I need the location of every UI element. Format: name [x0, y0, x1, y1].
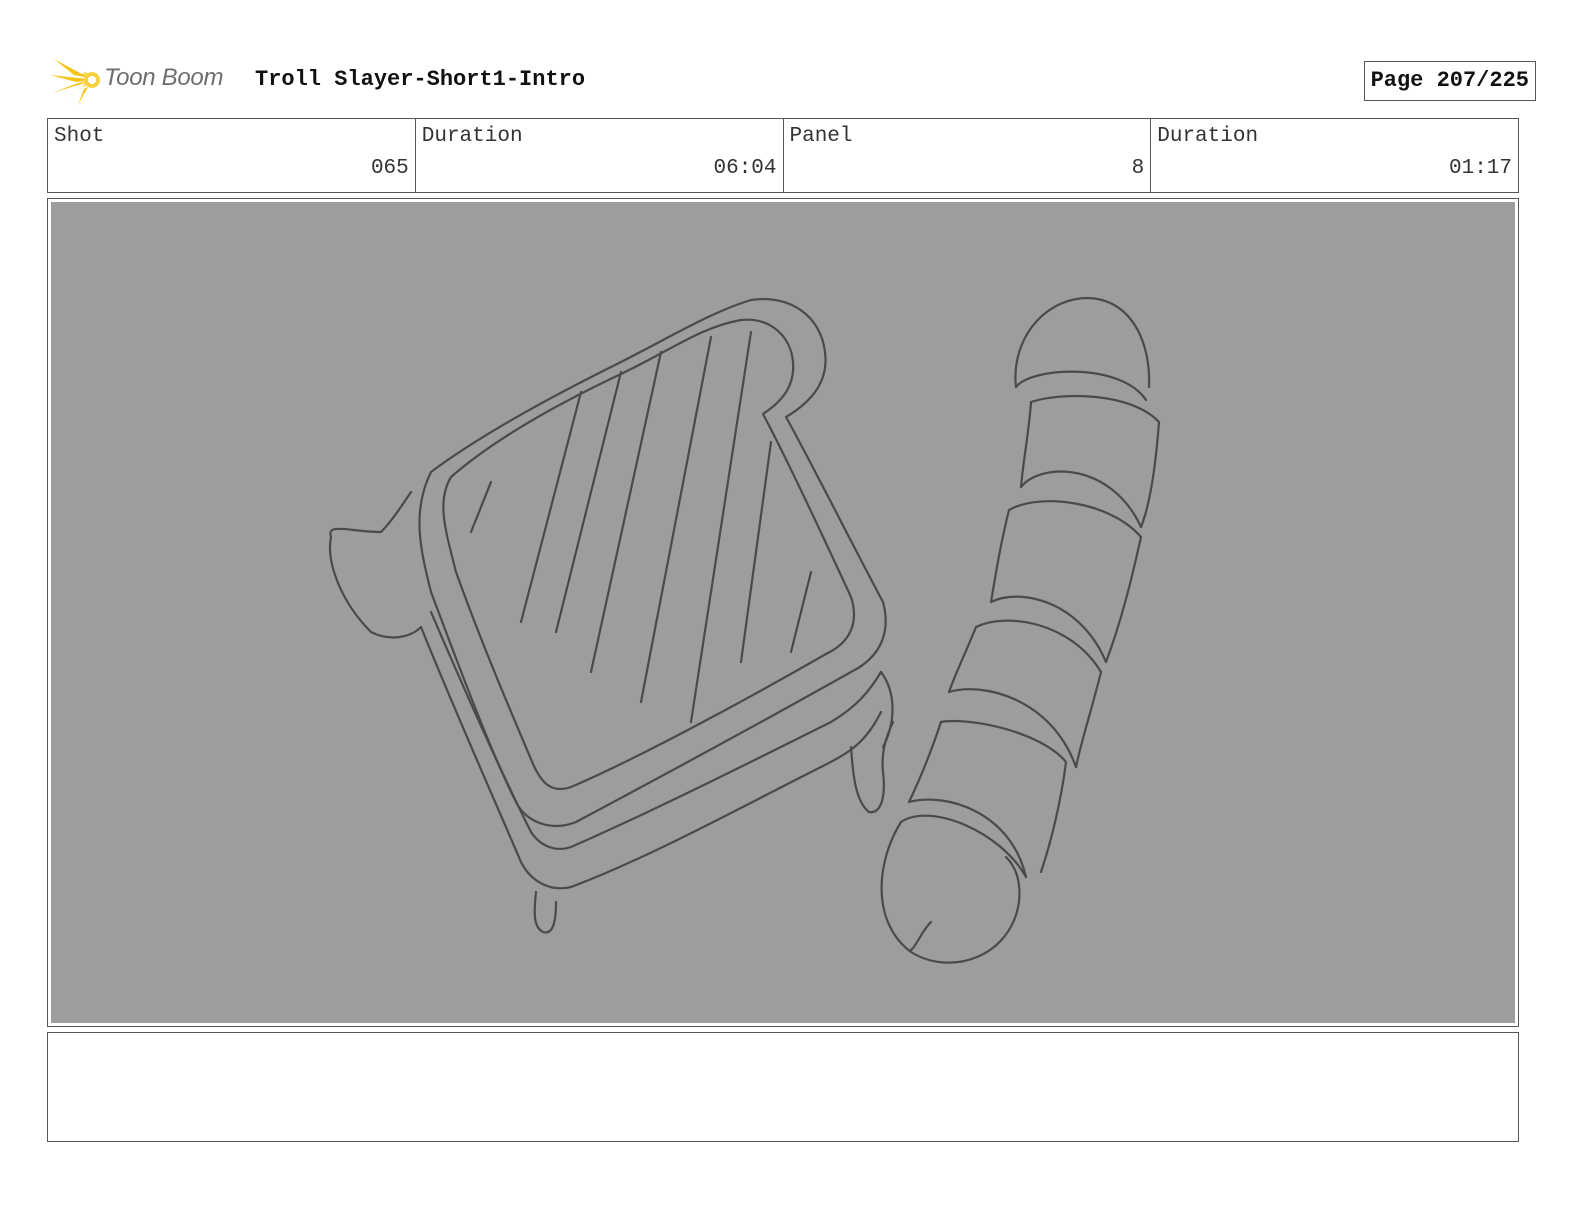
page-number: Page 207/225 [1363, 61, 1536, 101]
logo-wordmark: Toon Boom [104, 64, 224, 91]
panel-duration-label: Duration [1157, 125, 1259, 148]
shot-duration-cell: Duration 06:04 [416, 119, 784, 192]
shot-duration-label: Duration [421, 125, 523, 148]
panel-frame [47, 198, 1519, 1027]
shot-info-table: Shot 065 Duration 06:04 Panel 8 Duration… [47, 118, 1519, 193]
hotdog-sketch [880, 296, 1161, 964]
sandwich-sketch [329, 297, 895, 934]
shot-label: Shot [54, 125, 105, 148]
shot-value: 065 [370, 157, 409, 180]
panel-duration-cell: Duration 01:17 [1151, 119, 1518, 192]
toon-boom-logo: Toon Boom [50, 55, 240, 105]
shot-cell: Shot 065 [48, 119, 416, 192]
starburst-logo-icon [50, 57, 100, 105]
panel-label: Panel [789, 125, 853, 148]
panel-value: 8 [1131, 157, 1145, 180]
sketch-drawing [329, 296, 1161, 964]
shot-duration-value: 06:04 [713, 157, 777, 180]
panel-duration-value: 01:17 [1448, 157, 1512, 180]
document-title: Troll Slayer-Short1-Intro [255, 67, 586, 92]
panel-cell: Panel 8 [784, 119, 1152, 192]
panel-notes [47, 1032, 1519, 1142]
panel-image [51, 202, 1515, 1023]
storyboard-header: Toon Boom Troll Slayer-Short1-Intro Page… [50, 55, 1536, 105]
